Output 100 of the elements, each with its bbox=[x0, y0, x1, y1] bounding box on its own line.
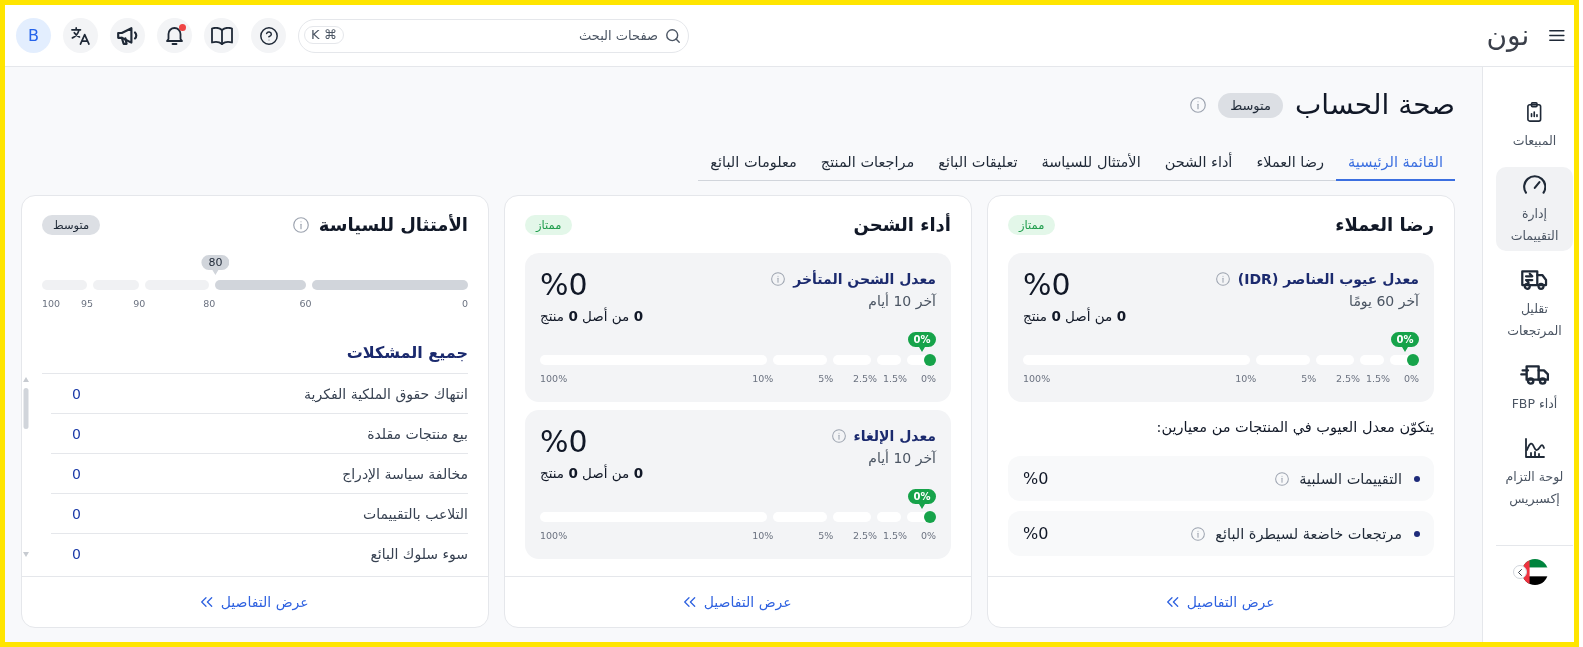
details-link[interactable]: عرض التفاصيل bbox=[201, 592, 309, 612]
metric-value: %0 bbox=[540, 425, 588, 459]
details-link[interactable]: عرض التفاصيل bbox=[1167, 592, 1275, 612]
tick-label: 100% bbox=[540, 372, 568, 386]
value-bubble: 0% bbox=[1391, 332, 1419, 352]
status-badge: متوسط bbox=[42, 215, 101, 235]
issue-count: 0 bbox=[72, 425, 81, 442]
issue-label: سوء سلوك البائع bbox=[370, 546, 468, 562]
scrollbar[interactable] bbox=[23, 375, 29, 559]
details-link[interactable]: عرض التفاصيل bbox=[684, 592, 792, 612]
criterion-value: %0 bbox=[1023, 469, 1049, 488]
clipboard-icon bbox=[1527, 102, 1542, 122]
tick-label: 1.5% bbox=[1365, 372, 1391, 386]
issue-label: انتهاك حقوق الملكية الفكرية bbox=[304, 385, 468, 402]
bullet-icon bbox=[1414, 475, 1420, 482]
tab[interactable]: معلومات البائع bbox=[698, 143, 809, 181]
tab[interactable]: رضا العملاء bbox=[1244, 143, 1337, 181]
sidebar-item[interactable]: لوحة التزام إكسبريس bbox=[1496, 430, 1573, 514]
issue-count: 0 bbox=[72, 546, 81, 562]
sidebar-item[interactable]: المبيعات bbox=[1496, 94, 1573, 156]
tab[interactable]: القائمة الرئيسية bbox=[1336, 143, 1455, 181]
area-chart-icon bbox=[1524, 438, 1545, 458]
tick-label: 0% bbox=[920, 372, 936, 386]
note-text: يتكوّن معدل العيوب في المنتجات من معيارين: bbox=[1155, 418, 1434, 438]
value-bubble: 80 bbox=[201, 255, 230, 275]
tick-label: 0% bbox=[920, 529, 936, 543]
metric-value: %0 bbox=[540, 268, 588, 302]
card-title: الأمتثال للسياسة bbox=[318, 213, 468, 237]
tick-label: 100 bbox=[42, 297, 61, 311]
help-button[interactable] bbox=[251, 18, 286, 53]
help-icon bbox=[259, 26, 278, 45]
metric-value: %0 bbox=[1023, 268, 1071, 302]
avatar[interactable]: B bbox=[16, 18, 51, 53]
docs-button[interactable] bbox=[204, 18, 239, 53]
announcements-button[interactable] bbox=[110, 18, 145, 53]
sidebar-item[interactable]: تقليل المرتجعات bbox=[1496, 262, 1573, 346]
issue-count: 0 bbox=[72, 465, 81, 482]
tab[interactable]: تعليقات البائع bbox=[926, 143, 1030, 181]
collapse-button[interactable] bbox=[1512, 565, 1527, 579]
criterion-value: %0 bbox=[1023, 524, 1049, 543]
tick-label: 10% bbox=[752, 372, 774, 386]
criterion-label: مرتجعات خاضعة لسيطرة البائع bbox=[1215, 525, 1402, 542]
card-title: رضا العملاء bbox=[1335, 213, 1434, 237]
tick-label: 2.5% bbox=[1336, 372, 1361, 386]
status-badge: متوسط bbox=[1218, 92, 1283, 118]
flag-icon[interactable] bbox=[1521, 559, 1548, 585]
section-heading: جميع المشكلات bbox=[345, 342, 468, 364]
tick-label: 10% bbox=[752, 529, 774, 543]
tick-label: 100% bbox=[1023, 372, 1051, 386]
tick-label: 100% bbox=[540, 529, 568, 543]
book-icon bbox=[210, 26, 233, 45]
issue-label: التلاعب بالتقييمات bbox=[363, 505, 468, 522]
tick-label: 60 bbox=[299, 297, 312, 311]
status-badge: ممتاز bbox=[525, 215, 573, 235]
tick-label: 1.5% bbox=[882, 529, 908, 543]
issue-count: 0 bbox=[72, 505, 81, 522]
tick-label: 80 bbox=[203, 297, 216, 311]
double-chevron-icon bbox=[1167, 597, 1179, 607]
page-title: صحة الحساب bbox=[1295, 87, 1455, 123]
tab[interactable]: مراجعات المنتج bbox=[808, 143, 927, 181]
period-label: آخر 60 يومًا bbox=[1349, 292, 1419, 312]
sidebar-item[interactable]: إدارة التقييمات bbox=[1496, 167, 1573, 251]
translate-icon bbox=[71, 26, 90, 45]
tick-label: 95 bbox=[81, 297, 94, 311]
tick-label: 2.5% bbox=[853, 372, 878, 386]
tick-label: 5% bbox=[818, 529, 834, 543]
period-label: آخر 10 أيام bbox=[868, 291, 936, 312]
issue-label: مخالفة سياسة الإدراج bbox=[342, 465, 468, 482]
issue-label: بيع منتجات مقلدة bbox=[367, 425, 468, 442]
issue-count: 0 bbox=[72, 385, 81, 402]
metric-title: معدل عيوب العناصر (IDR) bbox=[1237, 270, 1419, 290]
status-badge: ممتاز bbox=[1008, 215, 1056, 235]
logo[interactable]: نون bbox=[1486, 18, 1530, 53]
truck-icon bbox=[1519, 365, 1550, 385]
card-title: أداء الشحن bbox=[853, 212, 951, 238]
tick-label: 10% bbox=[1235, 372, 1257, 386]
double-chevron-icon bbox=[684, 597, 696, 607]
tick-label: 90 bbox=[133, 297, 146, 311]
bullet-icon bbox=[1414, 530, 1420, 537]
tick-label: 0 bbox=[461, 297, 468, 311]
bell-icon bbox=[166, 26, 183, 45]
period-label: آخر 10 أيام bbox=[868, 448, 936, 469]
tick-label: 2.5% bbox=[853, 529, 878, 543]
search-icon bbox=[666, 28, 680, 43]
chevron-left-icon bbox=[1517, 568, 1522, 576]
tick-label: 1.5% bbox=[882, 372, 908, 386]
megaphone-icon bbox=[116, 26, 139, 45]
tick-label: 0% bbox=[1403, 372, 1419, 386]
tick-label: 5% bbox=[818, 372, 834, 386]
tab[interactable]: أداء الشحن bbox=[1152, 143, 1245, 181]
metric-title: معدل الإلغاء bbox=[853, 427, 936, 446]
menu-icon bbox=[1549, 30, 1565, 41]
tick-label: 5% bbox=[1301, 372, 1317, 386]
sidebar-item[interactable]: أداء FBP bbox=[1496, 357, 1573, 419]
tab[interactable]: الأمتثال للسياسة bbox=[1029, 143, 1153, 181]
double-chevron-icon bbox=[201, 597, 213, 607]
criterion-label: التقييمات السلبية bbox=[1299, 470, 1402, 487]
language-button[interactable] bbox=[63, 18, 98, 53]
notifications-button[interactable] bbox=[157, 18, 192, 53]
menu-button[interactable] bbox=[1549, 30, 1565, 41]
